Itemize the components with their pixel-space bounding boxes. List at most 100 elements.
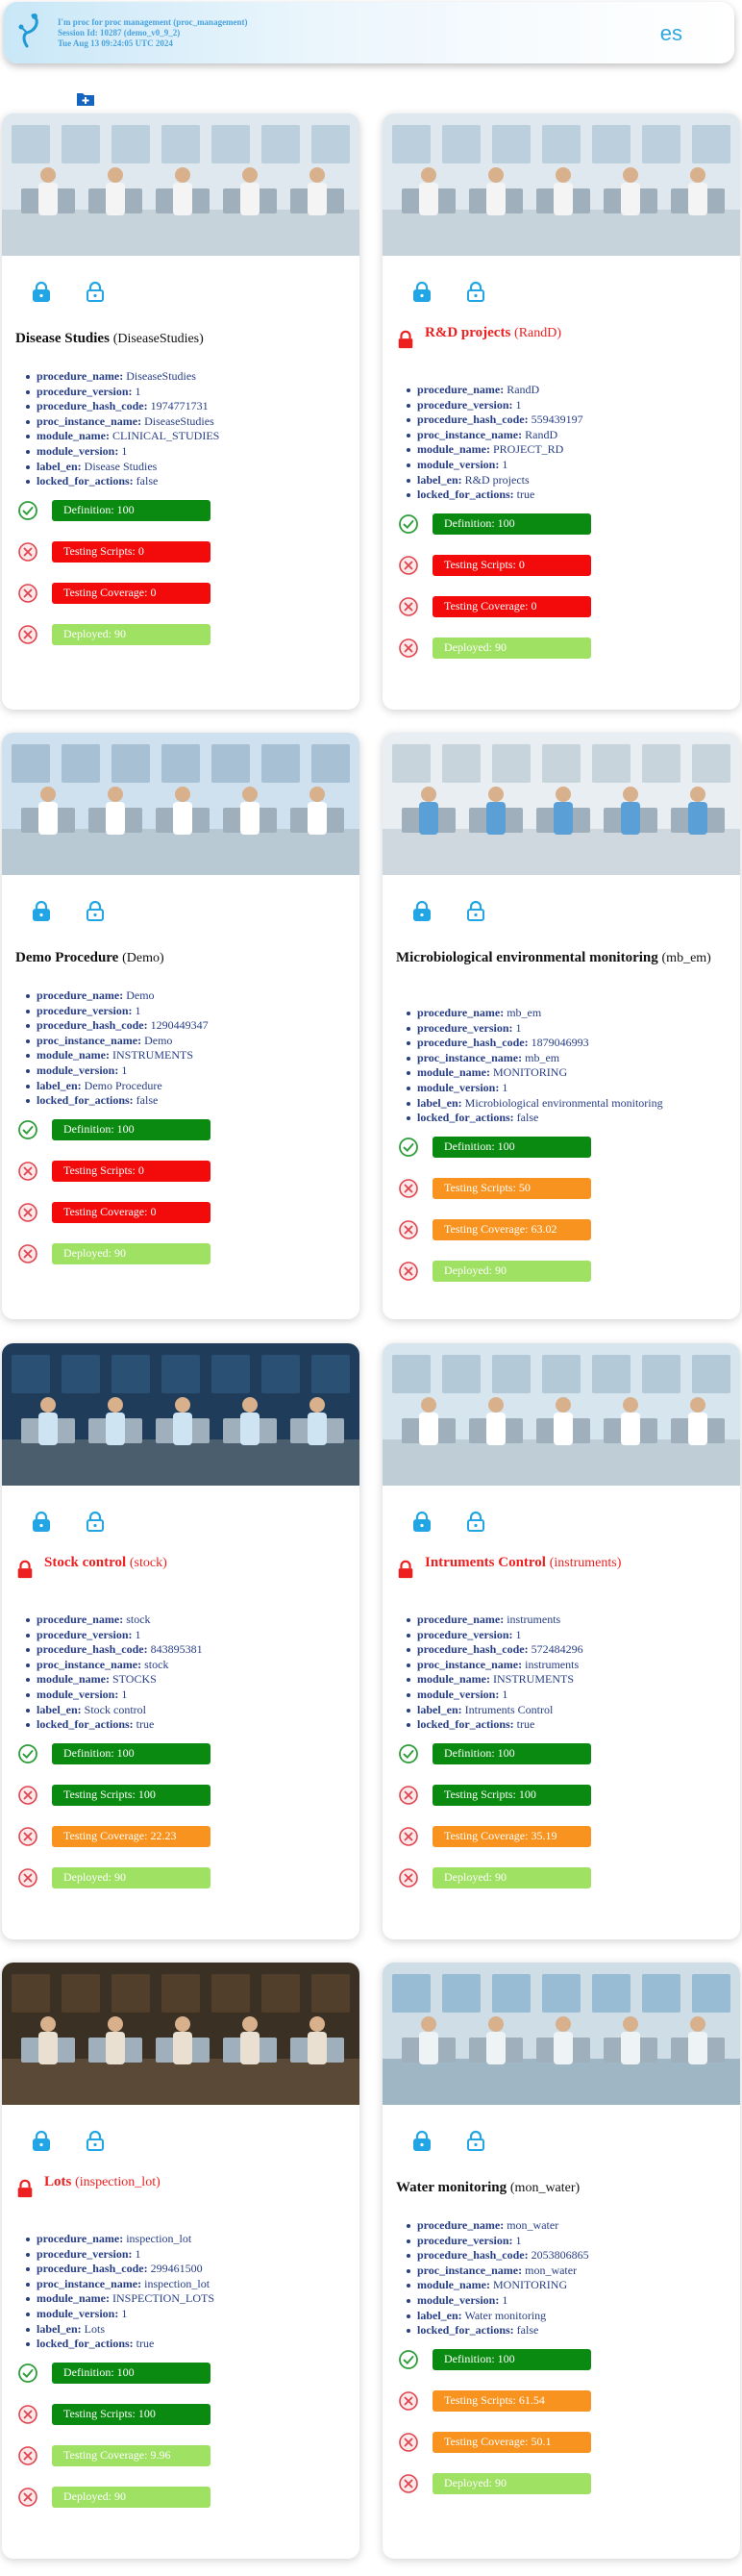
property-value: 2053806865 — [531, 2248, 589, 2263]
procedure-card[interactable]: R&D projects (RandD) procedure_name: Rand… — [383, 113, 740, 710]
unlock-icon[interactable] — [85, 281, 106, 302]
property-value: 559439197 — [531, 413, 583, 427]
procedure-image — [2, 113, 359, 256]
metric-bar: Testing Scripts: 0 — [52, 540, 210, 563]
card-actions — [31, 1511, 106, 1532]
metric-value: 100 — [116, 2365, 135, 2380]
lock-icon[interactable] — [31, 1511, 52, 1532]
metric-label: Definition: — [63, 2365, 114, 2380]
unlock-icon[interactable] — [85, 1511, 106, 1532]
property-item: locked_for_actions: true — [26, 1717, 203, 1733]
close-circle-icon — [18, 2445, 37, 2465]
property-value: stock — [126, 1613, 151, 1626]
property-item: locked_for_actions: false — [26, 1093, 209, 1109]
metric-row: Definition: 100 — [398, 2348, 591, 2371]
lock-icon[interactable] — [31, 281, 52, 302]
property-value: 1 — [502, 457, 508, 471]
property-key: proc_instance_name: — [417, 427, 523, 441]
procedure-card[interactable]: Demo Procedure (Demo) procedure_name: Dem… — [2, 733, 359, 1319]
lock-icon[interactable] — [411, 1511, 433, 1532]
close-circle-icon — [18, 1243, 37, 1263]
property-key: module_name: — [417, 1065, 490, 1080]
metric-row: Deployed: 90 — [17, 1866, 210, 1889]
metric-bar: Definition: 100 — [52, 2362, 210, 2384]
unlock-icon[interactable] — [85, 2130, 106, 2151]
metric-row: Testing Coverage: 35.19 — [398, 1825, 591, 1848]
add-procedure-icon[interactable] — [75, 90, 96, 108]
metric-bar: Deployed: 90 — [433, 1260, 591, 1282]
property-key: procedure_version: — [417, 397, 513, 412]
property-item: procedure_version: 1 — [26, 1004, 209, 1019]
property-key: proc_instance_name: — [417, 1657, 523, 1671]
metric-bar: Testing Scripts: 100 — [433, 1784, 591, 1806]
lock-icon[interactable] — [31, 2130, 52, 2151]
property-item: procedure_name: instruments — [407, 1613, 583, 1628]
procedure-title: Lots (inspection_lot) — [15, 2174, 352, 2199]
property-key: procedure_name: — [37, 369, 124, 383]
card-actions — [31, 2130, 106, 2151]
procedure-card[interactable]: Disease Studies (DiseaseStudies) procedur… — [2, 113, 359, 710]
unlock-icon[interactable] — [85, 900, 106, 921]
procedure-title-text: Lots (inspection_lot) — [44, 2174, 161, 2190]
property-item: proc_instance_name: mon_water — [407, 2263, 589, 2279]
unlock-icon[interactable] — [465, 1511, 486, 1532]
property-value: CLINICAL_STUDIES — [112, 429, 220, 443]
property-key: procedure_version: — [37, 1627, 133, 1641]
property-key: procedure_version: — [37, 2246, 133, 2261]
procedure-card[interactable]: Lots (inspection_lot) procedure_name: ins… — [2, 1963, 359, 2559]
property-item: label_en: Water monitoring — [407, 2309, 589, 2324]
lock-icon[interactable] — [411, 281, 433, 302]
property-item: proc_instance_name: mb_em — [407, 1051, 663, 1066]
procedure-label: R&D projects — [425, 325, 511, 340]
lock-icon[interactable] — [411, 2130, 433, 2151]
procedure-code: (mb_em) — [661, 951, 711, 965]
property-value: 1 — [515, 1627, 522, 1641]
property-value: DiseaseStudies — [126, 369, 196, 383]
procedure-card[interactable]: Intruments Control (instruments) procedur… — [383, 1343, 740, 1939]
unlock-icon[interactable] — [465, 2130, 486, 2151]
close-circle-icon — [399, 1178, 418, 1198]
property-value: 1 — [121, 1063, 128, 1077]
locked-lock-icon — [17, 1560, 33, 1579]
property-key: procedure_hash_code: — [417, 2248, 529, 2263]
lab-illustration — [2, 1963, 359, 2105]
metric-row: Definition: 100 — [17, 1742, 210, 1765]
metric-value: 100 — [497, 1139, 515, 1154]
property-item: procedure_name: DiseaseStudies — [25, 369, 219, 385]
lock-icon[interactable] — [31, 900, 52, 921]
metric-label: Definition: — [444, 516, 495, 531]
locked-lock-icon — [17, 2179, 33, 2198]
lock-icon[interactable] — [411, 900, 433, 921]
close-circle-icon — [399, 596, 418, 616]
property-value: R&D projects — [464, 472, 530, 487]
metric-row: Definition: 100 — [398, 513, 591, 536]
property-key: label_en: — [37, 459, 82, 473]
metric-bar: Testing Scripts: 0 — [433, 554, 591, 576]
property-item: procedure_hash_code: 572484296 — [407, 1642, 583, 1658]
procedure-card[interactable]: Water monitoring (mon_water) procedure_na… — [383, 1963, 740, 2559]
close-circle-icon — [399, 2390, 418, 2411]
metric-bar: Testing Scripts: 0 — [52, 1160, 210, 1182]
property-item: module_name: INSPECTION_LOTS — [25, 2291, 214, 2307]
property-value: Lots — [84, 2321, 106, 2336]
procedure-card[interactable]: Microbiological environmental monitoring… — [383, 733, 740, 1319]
procedure-label: Microbiological environmental monitoring — [396, 950, 658, 965]
procedure-label: Stock control — [44, 1555, 127, 1570]
property-value: 1 — [502, 1687, 508, 1701]
unlock-icon[interactable] — [465, 900, 486, 921]
metric-label: Definition: — [63, 503, 114, 517]
property-value: 1 — [135, 384, 141, 398]
metric-value: 100 — [116, 503, 135, 517]
procedure-properties: procedure_name: DiseaseStudies procedure_… — [25, 369, 220, 489]
property-item: locked_for_actions: false — [407, 2323, 589, 2338]
procedure-properties: procedure_name: instruments procedure_ver… — [407, 1613, 583, 1733]
metric-label: Testing Coverage: — [444, 599, 529, 613]
property-item: procedure_name: mb_em — [407, 1006, 663, 1021]
metric-row: Testing Scripts: 0 — [17, 540, 210, 563]
property-key: module_version: — [37, 1063, 119, 1077]
unlock-icon[interactable] — [465, 281, 486, 302]
procedure-card[interactable]: Stock control (stock) procedure_name: sto… — [2, 1343, 359, 1939]
metric-row: Testing Coverage: 9.96 — [17, 2444, 210, 2467]
language-toggle[interactable]: es — [660, 21, 682, 46]
property-item: procedure_version: 1 — [407, 1627, 583, 1643]
